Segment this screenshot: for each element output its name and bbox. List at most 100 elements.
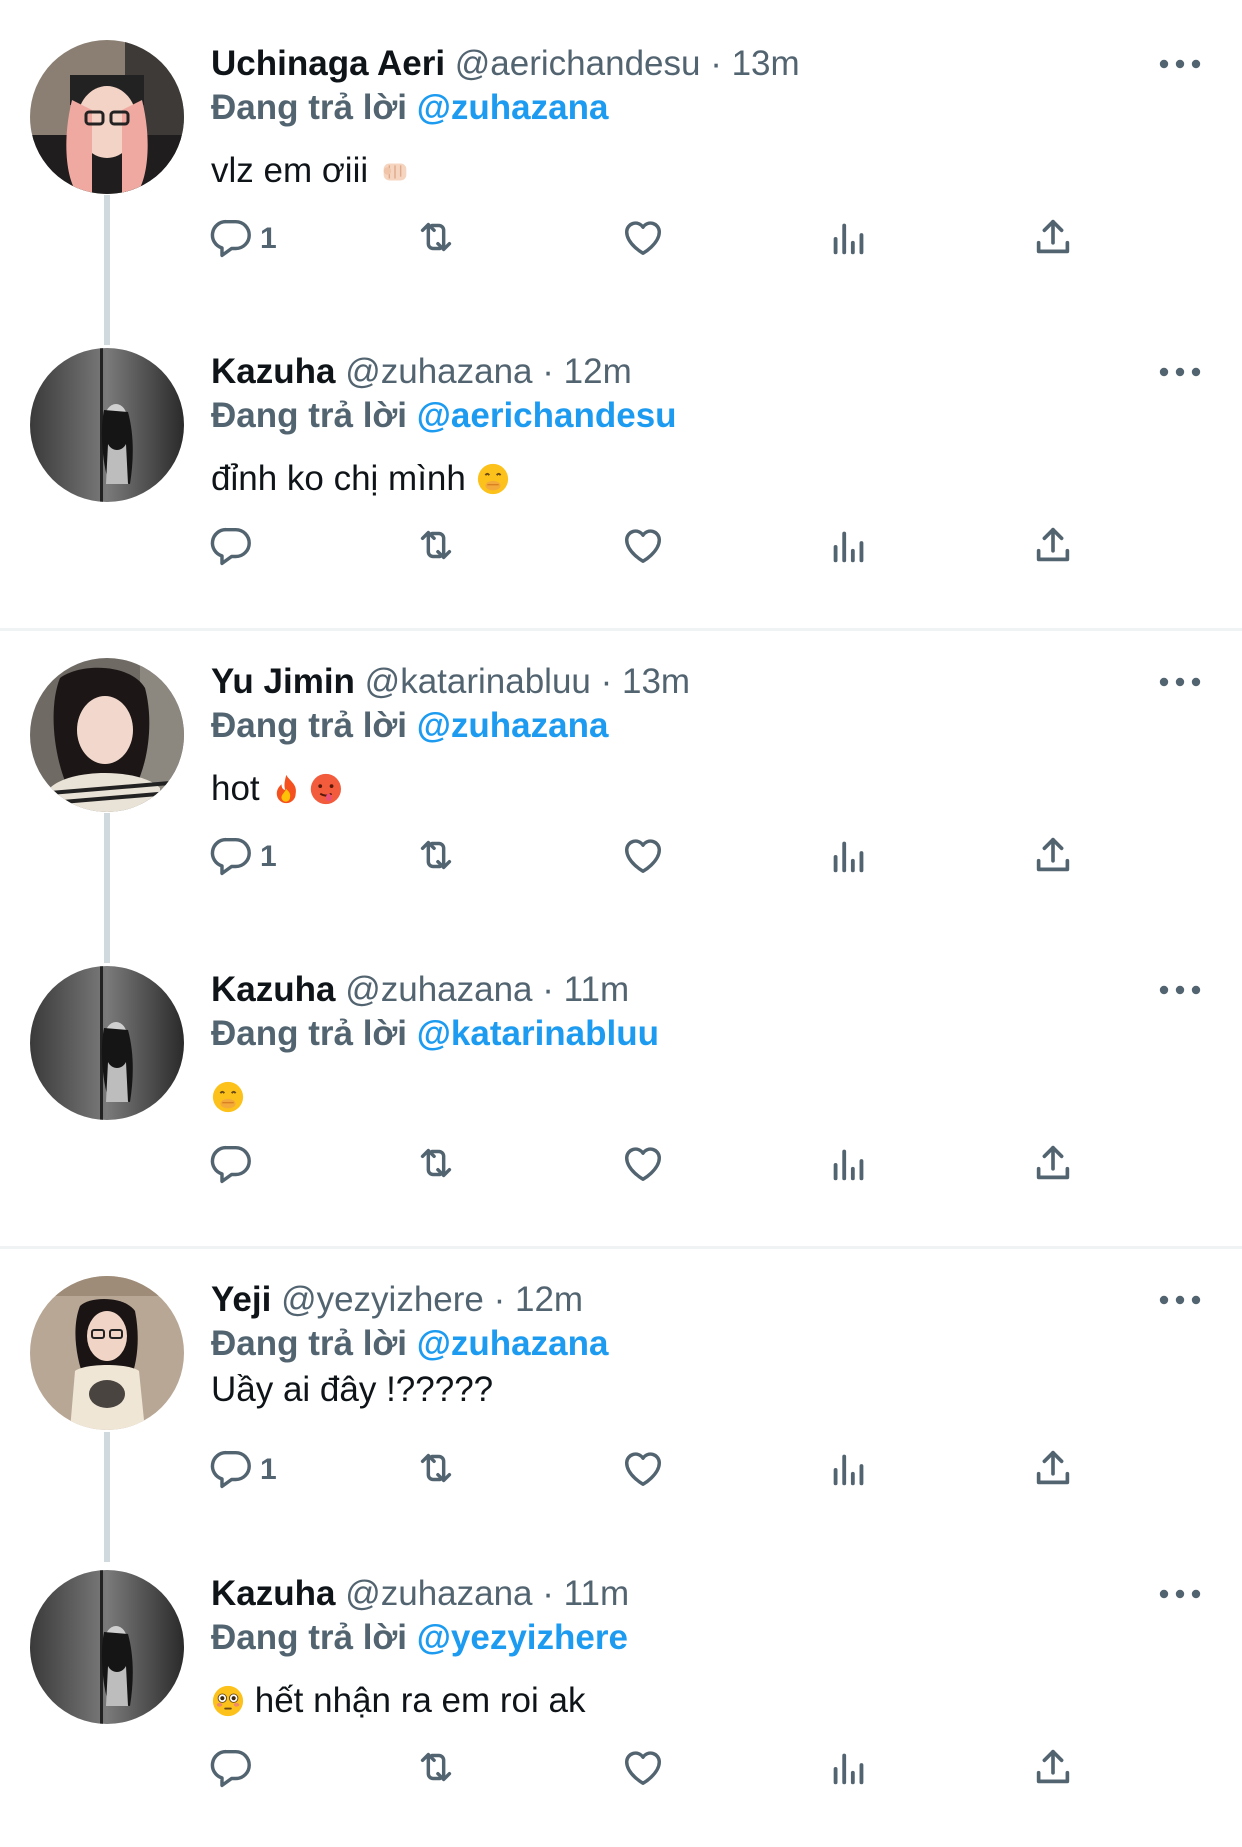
like-button[interactable] <box>620 1140 666 1190</box>
retweet-icon <box>413 1140 459 1191</box>
tweet-header: Kazuha @zuhazana · 11m <box>211 1572 629 1616</box>
tweet-actions <box>208 522 1108 572</box>
flushed-face-emoji <box>211 1684 245 1729</box>
retweet-button[interactable] <box>413 1744 459 1794</box>
share-button[interactable] <box>1030 1744 1076 1794</box>
thread-connector <box>104 813 110 963</box>
share-button[interactable] <box>1030 214 1076 264</box>
user-handle[interactable]: @zuhazana <box>345 970 532 1009</box>
like-button[interactable] <box>620 214 666 264</box>
tweet-text-content: đỉnh ko chị mình <box>211 459 466 498</box>
views-button[interactable] <box>826 214 872 264</box>
share-button[interactable] <box>1030 522 1076 572</box>
display-name[interactable]: Uchinaga Aeri <box>211 44 445 83</box>
reply-button[interactable]: 1 <box>208 214 277 264</box>
retweet-button[interactable] <box>413 832 459 882</box>
more-icon[interactable] <box>1158 980 1202 1000</box>
timestamp[interactable]: · 12m <box>542 352 631 391</box>
views-button[interactable] <box>826 1744 872 1794</box>
user-handle[interactable]: @yezyizhere <box>281 1280 484 1319</box>
share-button[interactable] <box>1030 832 1076 882</box>
replying-to-handle[interactable]: @zuhazana <box>417 88 609 127</box>
reply-button[interactable]: 1 <box>208 832 277 882</box>
tweet-text-content: hot <box>211 769 260 808</box>
tweet-text: hết nhận ra em roi ak <box>211 1679 585 1729</box>
replying-to: Đang trả lời @zuhazana <box>211 1322 608 1366</box>
retweet-button[interactable] <box>413 1140 459 1190</box>
aeri-avatar[interactable] <box>30 40 184 194</box>
reply-button[interactable] <box>208 1140 254 1190</box>
retweet-button[interactable] <box>413 214 459 264</box>
views-button[interactable] <box>826 832 872 882</box>
views-icon <box>826 214 872 265</box>
kazuha-avatar[interactable] <box>30 348 184 502</box>
more-icon[interactable] <box>1158 54 1202 74</box>
tweet-text: Uầy ai đây !????? <box>211 1368 493 1412</box>
display-name[interactable]: Kazuha <box>211 352 335 391</box>
like-icon <box>620 832 666 883</box>
kazuha-avatar[interactable] <box>30 1570 184 1724</box>
tweet[interactable]: Kazuha @zuhazana · 12m Đang trả lời @aeri… <box>0 348 1242 608</box>
like-button[interactable] <box>620 1744 666 1794</box>
retweet-button[interactable] <box>413 1445 459 1495</box>
retweet-button[interactable] <box>413 522 459 572</box>
reply-button[interactable] <box>208 1744 254 1794</box>
views-button[interactable] <box>826 522 872 572</box>
tweet[interactable]: Yu Jimin @katarinabluu · 13m Đang trả lời… <box>0 658 1242 918</box>
thread-connector <box>104 1432 110 1562</box>
more-icon[interactable] <box>1158 1290 1202 1310</box>
tweet-header: Kazuha @zuhazana · 11m <box>211 968 629 1012</box>
reply-button[interactable] <box>208 522 254 572</box>
like-button[interactable] <box>620 1445 666 1495</box>
display-name[interactable]: Kazuha <box>211 1574 335 1613</box>
user-handle[interactable]: @katarinabluu <box>365 662 591 701</box>
tweet[interactable]: Uchinaga Aeri @aerichandesu · 13m Đang tr… <box>0 40 1242 300</box>
replying-to-handle[interactable]: @aerichandesu <box>417 396 677 435</box>
more-icon[interactable] <box>1158 1584 1202 1604</box>
replying-to-handle[interactable]: @katarinabluu <box>417 1014 659 1053</box>
views-icon <box>826 522 872 573</box>
replying-to-handle[interactable]: @yezyizhere <box>417 1618 628 1657</box>
tweet[interactable]: Yeji @yezyizhere · 12m Đang trả lời @zuha… <box>0 1276 1242 1536</box>
tweet-text-content: Uầy ai đây !????? <box>211 1370 494 1409</box>
user-handle[interactable]: @aerichandesu <box>455 44 701 83</box>
timestamp[interactable]: · 11m <box>542 1574 629 1613</box>
views-button[interactable] <box>826 1140 872 1190</box>
like-button[interactable] <box>620 832 666 882</box>
views-icon <box>826 1140 872 1191</box>
display-name[interactable]: Yu Jimin <box>211 662 355 701</box>
timestamp[interactable]: · 13m <box>710 44 799 83</box>
share-button[interactable] <box>1030 1140 1076 1190</box>
views-button[interactable] <box>826 1445 872 1495</box>
more-icon[interactable] <box>1158 672 1202 692</box>
tweet-text-content: vlz em ơiii <box>211 151 369 190</box>
tweet[interactable]: Kazuha @zuhazana · 11m Đang trả lời @kata… <box>0 966 1242 1226</box>
more-icon[interactable] <box>1158 362 1202 382</box>
user-handle[interactable]: @zuhazana <box>345 352 532 391</box>
reply-button[interactable]: 1 <box>208 1445 277 1495</box>
user-handle[interactable]: @zuhazana <box>345 1574 532 1613</box>
share-button[interactable] <box>1030 1445 1076 1495</box>
thread-divider <box>0 1246 1242 1249</box>
timestamp[interactable]: · 11m <box>542 970 629 1009</box>
views-icon <box>826 1445 872 1496</box>
replying-to-handle[interactable]: @zuhazana <box>417 706 609 745</box>
like-button[interactable] <box>620 522 666 572</box>
replying-to-handle[interactable]: @zuhazana <box>417 1324 609 1363</box>
tweet[interactable]: Kazuha @zuhazana · 11m Đang trả lời @yezy… <box>0 1570 1242 1830</box>
yeji-avatar[interactable] <box>30 1276 184 1430</box>
display-name[interactable]: Yeji <box>211 1280 271 1319</box>
share-icon <box>1030 1445 1076 1496</box>
jimin-avatar[interactable] <box>30 658 184 812</box>
display-name[interactable]: Kazuha <box>211 970 335 1009</box>
replying-to-label: Đang trả lời <box>211 1324 408 1363</box>
share-icon <box>1030 522 1076 573</box>
timestamp[interactable]: · 12m <box>494 1280 583 1319</box>
fist-bump-emoji <box>378 154 412 199</box>
timestamp[interactable]: · 13m <box>601 662 690 701</box>
kazuha-avatar[interactable] <box>30 966 184 1120</box>
like-icon <box>620 1445 666 1496</box>
like-icon <box>620 1140 666 1191</box>
views-icon <box>826 832 872 883</box>
like-icon <box>620 522 666 573</box>
